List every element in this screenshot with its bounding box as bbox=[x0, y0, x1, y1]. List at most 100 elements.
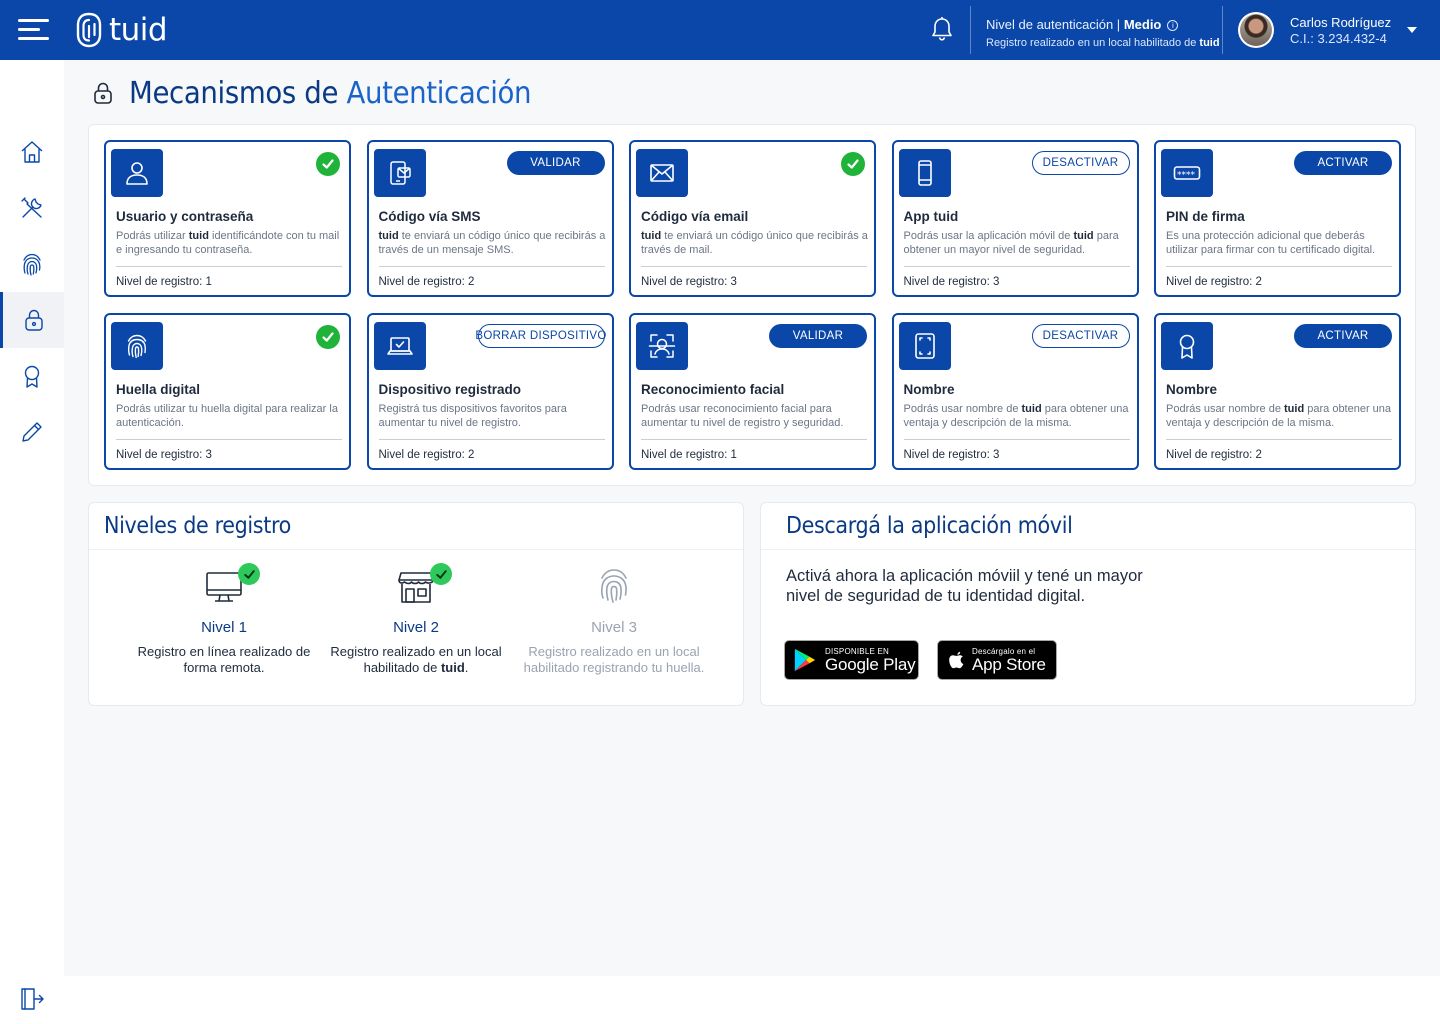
level-name: Nivel 2 bbox=[393, 619, 439, 636]
card-level: Nivel de registro: 3 bbox=[903, 276, 1000, 288]
card-desc-text: te enviará un código único que recibirás… bbox=[378, 230, 606, 256]
user-ci: C.I.: 3.234.432-4 bbox=[1290, 31, 1387, 46]
card-title: Nombre bbox=[903, 382, 955, 397]
svg-text:****: **** bbox=[1177, 171, 1196, 181]
card-desc-brand: tuid bbox=[378, 230, 399, 242]
card-level: Nivel de registro: 2 bbox=[1166, 276, 1262, 288]
borrar-dispositivo-button[interactable]: BORRAR DISPOSITIVO bbox=[475, 324, 606, 348]
laptop-icon bbox=[373, 322, 426, 370]
logo[interactable]: tuid bbox=[75, 11, 168, 49]
card-description: Podrás usar nombre de tuid para obtener … bbox=[1166, 402, 1394, 430]
sidebar-item-sign[interactable] bbox=[0, 404, 64, 460]
card-divider bbox=[378, 266, 605, 267]
avatar-photo bbox=[1240, 14, 1272, 46]
face-scan-icon bbox=[636, 322, 688, 370]
card-divider bbox=[116, 439, 342, 440]
level-2: Nivel 2 Registro realizado en un local h… bbox=[321, 563, 511, 676]
hamburger-menu-icon[interactable] bbox=[18, 19, 49, 41]
card-level: Nivel de registro: 2 bbox=[378, 276, 475, 288]
level-3: Nivel 3 Registro realizado en un local h… bbox=[519, 565, 709, 676]
card-divider bbox=[378, 439, 605, 440]
mechanisms-panel: Usuario y contraseña Podrás utilizar tuid… bbox=[88, 124, 1416, 486]
sidebar bbox=[0, 60, 64, 1024]
card-description: Podrás usar la aplicación móvil de tuid … bbox=[904, 229, 1132, 257]
mechanism-card[interactable]: Huella digital Podrás utilizar tu huella … bbox=[104, 313, 351, 470]
register-note: Registro realizado en un local habilitad… bbox=[986, 37, 1197, 49]
card-description: Registrá tus dispositivos favoritos para… bbox=[379, 402, 607, 430]
mechanism-card[interactable]: BORRAR DISPOSITIVO Dispositivo registrado… bbox=[366, 313, 614, 470]
mechanism-card[interactable]: Código vía email tuid te enviará un códig… bbox=[629, 140, 876, 297]
google-play-button[interactable]: DISPONIBLE EN Google Play bbox=[784, 640, 919, 680]
card-desc-text: Podrás usar nombre de bbox=[1166, 403, 1281, 415]
user-info[interactable]: Carlos Rodríguez C.I.: 3.234.432-4 bbox=[1290, 15, 1391, 47]
lock-icon bbox=[94, 82, 112, 104]
desactivar-button[interactable]: DESACTIVAR bbox=[1031, 151, 1130, 175]
mail-icon bbox=[636, 149, 688, 197]
card-level: Nivel de registro: 3 bbox=[116, 449, 212, 461]
validar-button[interactable]: VALIDAR bbox=[506, 151, 605, 175]
fingerprint-icon bbox=[601, 569, 627, 603]
card-desc-text: Registrá tus dispositivos favoritos para… bbox=[378, 403, 567, 429]
card-title: Código vía SMS bbox=[378, 209, 481, 224]
mechanism-card[interactable]: VALIDAR Reconocimiento facial Podrás usar … bbox=[629, 313, 876, 470]
check-icon bbox=[316, 152, 340, 176]
apple-icon bbox=[949, 651, 964, 669]
mechanism-card[interactable]: Usuario y contraseña Podrás utilizar tuid… bbox=[104, 140, 351, 297]
auth-level-label: Nivel de autenticación | bbox=[986, 17, 1121, 32]
info-icon[interactable]: i bbox=[1167, 20, 1179, 31]
check-icon bbox=[238, 563, 260, 585]
level-desc-end: . bbox=[464, 660, 469, 675]
pin-icon: **** bbox=[1161, 149, 1213, 197]
level-desc: Registro en línea realizado de forma rem… bbox=[137, 644, 311, 675]
card-divider bbox=[903, 439, 1130, 440]
card-desc-text: Podrás utilizar bbox=[116, 230, 186, 242]
award-icon bbox=[24, 365, 40, 388]
avatar[interactable] bbox=[1238, 12, 1274, 48]
card-description: Podrás usar nombre de tuid para obtener … bbox=[904, 402, 1132, 430]
mechanism-card[interactable]: DESACTIVAR App tuid Podrás usar la aplicac… bbox=[891, 140, 1139, 297]
sidebar-item-security[interactable] bbox=[0, 292, 64, 348]
download-title: Descargá la aplicación móvil bbox=[786, 513, 1073, 539]
card-title: Nombre bbox=[1166, 382, 1218, 397]
logout-icon[interactable] bbox=[19, 986, 45, 1012]
card-desc-text: Es una protección adicional que deberás … bbox=[1166, 230, 1376, 256]
app-store-button[interactable]: Descárgalo en el App Store bbox=[937, 640, 1057, 680]
auth-level-info: Nivel de autenticación | Medio i Registro… bbox=[986, 16, 1220, 52]
activar-button[interactable]: ACTIVAR bbox=[1294, 151, 1392, 175]
card-level: Nivel de registro: 2 bbox=[1166, 449, 1262, 461]
levels-panel: Niveles de registro Nivel 1 Registro en … bbox=[88, 502, 744, 706]
fingerprint-icon bbox=[111, 322, 163, 370]
sidebar-item-certificates[interactable] bbox=[0, 348, 64, 404]
fingerprint-icon bbox=[23, 253, 41, 276]
sidebar-item-tools[interactable] bbox=[0, 180, 64, 236]
card-title: Usuario y contraseña bbox=[116, 209, 254, 224]
level-name: Nivel 3 bbox=[591, 619, 637, 636]
card-level: Nivel de registro: 1 bbox=[641, 449, 737, 461]
desactivar-button[interactable]: DESACTIVAR bbox=[1031, 324, 1130, 348]
mechanism-card[interactable]: DESACTIVAR Nombre Podrás usar nombre de tu… bbox=[891, 313, 1139, 470]
bell-icon[interactable] bbox=[930, 16, 954, 42]
page-title: Mecanismos de Autenticación bbox=[92, 76, 566, 111]
card-title: Huella digital bbox=[116, 382, 201, 397]
logo-text: tuid bbox=[109, 12, 168, 48]
mechanism-card[interactable]: VALIDAR Código vía SMS tuid te enviará un … bbox=[366, 140, 614, 297]
download-panel: Descargá la aplicación móvil Activá ahor… bbox=[760, 502, 1416, 706]
card-title: PIN de firma bbox=[1166, 209, 1245, 224]
validar-button[interactable]: VALIDAR bbox=[769, 324, 867, 348]
sms-icon bbox=[373, 149, 426, 197]
auth-level-value: Medio bbox=[1123, 17, 1162, 32]
chevron-down-icon[interactable] bbox=[1407, 27, 1417, 33]
card-description: tuid te enviará un código único que reci… bbox=[641, 229, 869, 257]
activar-button[interactable]: ACTIVAR bbox=[1294, 324, 1392, 348]
card-desc-text: Podrás usar la aplicación móvil de bbox=[903, 230, 1071, 242]
mechanism-card[interactable]: **** ACTIVAR PIN de firma Es una protección… bbox=[1154, 140, 1401, 297]
level-desc: Registro realizado en un local habilitad… bbox=[321, 644, 511, 676]
card-divider bbox=[641, 439, 867, 440]
sidebar-item-home[interactable] bbox=[0, 124, 64, 180]
card-desc-brand: tuid bbox=[1073, 230, 1094, 242]
mechanism-card[interactable]: ACTIVAR Nombre Podrás usar nombre de tuid … bbox=[1154, 313, 1401, 470]
google-play-icon bbox=[794, 648, 816, 672]
sidebar-item-fingerprint[interactable] bbox=[0, 236, 64, 292]
card-divider bbox=[1166, 266, 1392, 267]
lock-icon bbox=[24, 309, 43, 331]
